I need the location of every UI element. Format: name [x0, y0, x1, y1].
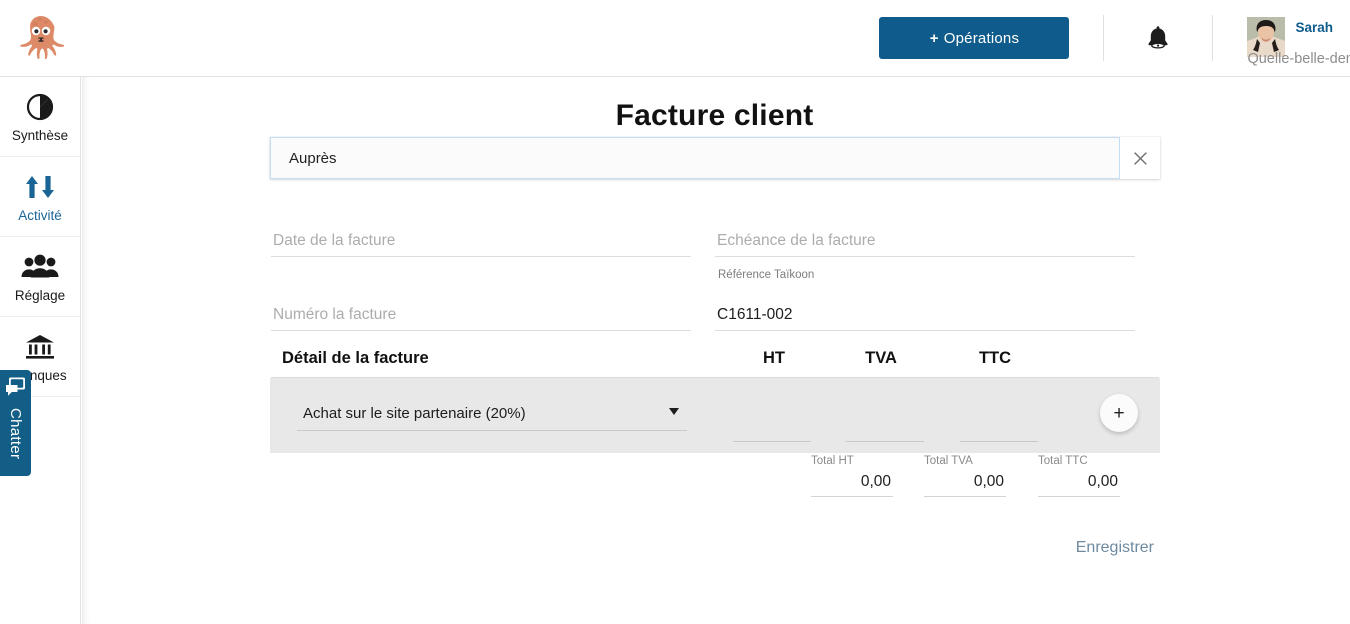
- sidebar-item-label: Réglage: [14, 288, 66, 303]
- total-ttc-group: Total TTC: [1038, 455, 1120, 497]
- octopus-logo-icon: [20, 16, 65, 59]
- arrows-up-down-icon: [23, 170, 57, 204]
- organization-name: Quelle-belle-demo: [1247, 51, 1350, 67]
- client-search-input[interactable]: [270, 137, 1120, 179]
- column-header-ttc: TTC: [978, 349, 1012, 367]
- detail-line-row: Achat sur le site partenaire (20%) +: [270, 378, 1160, 453]
- close-icon: [1133, 151, 1147, 165]
- operations-button-label: Opérations: [943, 29, 1020, 47]
- form-col-left: [271, 195, 715, 269]
- sidebar-item-reglage[interactable]: Réglage: [0, 237, 80, 317]
- chat-bubble-icon: [4, 376, 27, 404]
- numero-facture-input[interactable]: [271, 306, 691, 331]
- total-ht-label: Total HT: [811, 455, 854, 467]
- total-ttc-value: [1038, 467, 1120, 497]
- form-row-dates: [271, 195, 1159, 269]
- sidebar-item-label: Activité: [18, 208, 62, 223]
- form-col-right-2: Référence Taïkoon: [715, 269, 1159, 343]
- plus-icon: +: [929, 29, 939, 47]
- total-ht-value: [811, 467, 893, 497]
- field-numero-facture: [271, 269, 691, 343]
- app-logo[interactable]: [0, 0, 82, 77]
- total-tva-value: [924, 467, 1006, 497]
- detail-header: Détail de la facture HT TVA TTC: [271, 349, 1159, 378]
- category-select[interactable]: Achat sur le site partenaire (20%): [297, 400, 687, 431]
- main-content-panel: Facture client Auprès Date de la facture…: [82, 77, 1350, 624]
- total-ttc-label: Total TTC: [1038, 455, 1088, 467]
- total-tva-group: Total TVA: [924, 455, 1006, 497]
- line-ht-input[interactable]: [733, 420, 811, 442]
- category-select-wrap: Achat sur le site partenaire (20%): [297, 400, 687, 431]
- chatter-widget[interactable]: Chatter: [0, 370, 31, 476]
- user-menu[interactable]: Sarah Quelle-belle-demo: [1247, 5, 1350, 71]
- field-echeance-facture: [715, 195, 1135, 269]
- chatter-label: Chatter: [7, 408, 24, 460]
- form-col-left-2: [271, 269, 715, 343]
- sidebar-item-label: Synthèse: [11, 128, 69, 143]
- detail-section-title: Détail de la facture: [282, 349, 429, 367]
- operations-button[interactable]: + Opérations: [879, 17, 1070, 59]
- echeance-facture-input[interactable]: [715, 232, 1135, 257]
- reference-taikoon-label: Référence Taïkoon: [718, 269, 815, 281]
- total-tva-label: Total TVA: [924, 455, 973, 467]
- column-header-tva: TVA: [865, 349, 897, 367]
- date-facture-input[interactable]: [271, 232, 691, 257]
- invoice-form-fields: Référence Taïkoon: [271, 195, 1159, 343]
- field-date-facture: [271, 195, 691, 269]
- save-button[interactable]: Enregistrer: [1070, 535, 1160, 561]
- page-title: Facture client: [615, 99, 814, 132]
- form-row-numbers: Référence Taïkoon: [271, 269, 1159, 343]
- top-header-bar: + Opérations Sarah Quelle-belle-demo: [0, 0, 1350, 77]
- line-ttc-input[interactable]: [960, 420, 1038, 442]
- sidebar-item-synthese[interactable]: Synthèse: [0, 77, 80, 157]
- notifications-button[interactable]: [1138, 15, 1178, 61]
- form-col-right: [715, 195, 1159, 269]
- field-reference-taikoon: Référence Taïkoon: [715, 269, 1135, 343]
- bell-icon: [1148, 26, 1169, 49]
- sidebar-item-activite[interactable]: Activité: [0, 157, 80, 237]
- people-group-icon: [21, 250, 59, 284]
- header-divider-1: [1103, 15, 1105, 61]
- column-header-ht: HT: [763, 349, 785, 367]
- reference-taikoon-input[interactable]: [715, 306, 1135, 331]
- total-ht-group: Total HT: [811, 455, 893, 497]
- pie-chart-icon: [26, 90, 54, 124]
- client-search-row: [270, 137, 1160, 179]
- bank-icon: [25, 330, 55, 364]
- clear-search-button[interactable]: [1120, 137, 1160, 179]
- user-name: Sarah: [1295, 20, 1333, 35]
- add-line-button[interactable]: +: [1100, 394, 1138, 432]
- line-tva-input[interactable]: [846, 420, 924, 442]
- left-sidebar: Synthèse Activité Réglage Banques: [0, 77, 81, 624]
- totals-row: Total HT Total TVA Total TTC: [270, 455, 1160, 525]
- header-divider-2: [1212, 15, 1214, 61]
